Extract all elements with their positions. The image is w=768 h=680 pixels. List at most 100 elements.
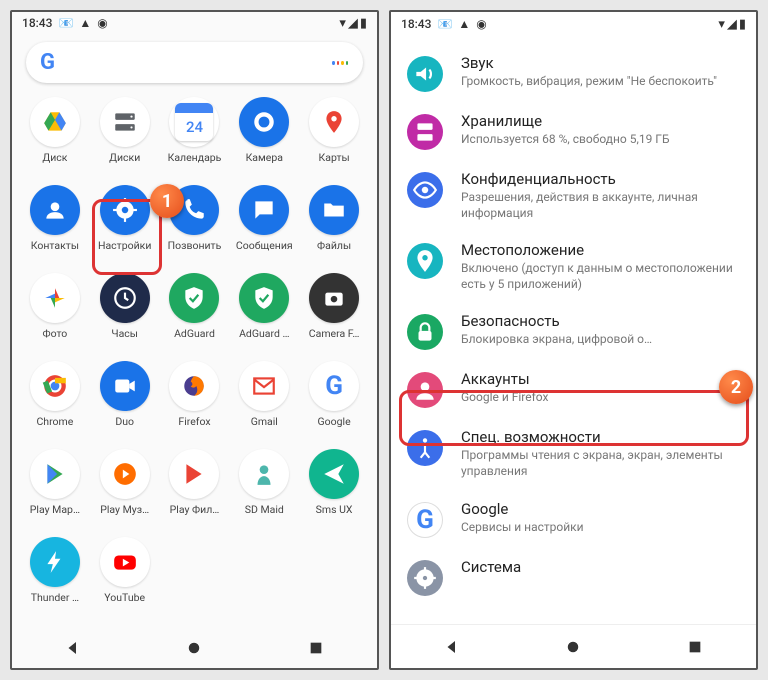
app-контакты[interactable]: Контакты: [21, 185, 89, 269]
recents-button[interactable]: [683, 635, 707, 659]
app-label: Календарь: [168, 151, 222, 164]
signal-icon: ◢: [348, 16, 358, 31]
app-adguard[interactable]: AdGuard: [160, 273, 228, 357]
setting-system[interactable]: Система: [391, 548, 756, 606]
app-duo[interactable]: Duo: [91, 361, 159, 445]
back-button[interactable]: [440, 635, 464, 659]
app-grid: Диск Диски 24 Календарь Камера Карты КонтактыН…: [12, 91, 377, 627]
app-label: Диски: [109, 151, 140, 164]
app-диски[interactable]: Диски: [91, 97, 159, 181]
privacy-icon: [407, 172, 443, 208]
signal-icon: ◢: [727, 17, 737, 32]
chrome-icon: [30, 361, 80, 411]
calendar-icon: 24: [169, 97, 219, 147]
notif-icon: 📧: [58, 16, 73, 30]
setting-title: Конфиденциальность: [461, 170, 740, 188]
battery-icon: ▮: [739, 17, 746, 32]
camera-icon: [239, 97, 289, 147]
app-файлы[interactable]: Файлы: [300, 185, 368, 269]
battery-icon: ▮: [360, 16, 367, 31]
app-chrome[interactable]: Chrome: [21, 361, 89, 445]
app-label: Firefox: [178, 415, 210, 428]
app-карты[interactable]: Карты: [300, 97, 368, 181]
duo-icon: [100, 361, 150, 411]
settings-list[interactable]: Звук Громкость, вибрация, режим "Не беспо…: [391, 36, 756, 624]
setting-title: Google: [461, 500, 740, 518]
clock-text: 18:43: [401, 17, 431, 31]
notif-icon: ◉: [476, 17, 486, 31]
setting-location[interactable]: МестоположениеВключено (доступ к данным …: [391, 231, 756, 302]
drive-icon: [30, 97, 80, 147]
sound-icon: [407, 56, 443, 92]
app-календарь[interactable]: 24 Календарь: [160, 97, 228, 181]
gmail-icon: [239, 361, 289, 411]
photos-icon: [30, 273, 80, 323]
setting-google[interactable]: G Google Сервисы и настройки: [391, 490, 756, 548]
setting-accounts[interactable]: АккаунтыGoogle и Firefox: [391, 360, 756, 418]
home-button[interactable]: [561, 635, 585, 659]
callout-badge-1: 1: [150, 184, 184, 218]
app-настройки[interactable]: Настройки: [91, 185, 159, 269]
setting-privacy[interactable]: Конфиденциальность Разрешения, действия в…: [391, 160, 756, 231]
home-button[interactable]: [182, 636, 206, 660]
app-adguard …[interactable]: AdGuard …: [230, 273, 298, 357]
app-firefox[interactable]: Firefox: [160, 361, 228, 445]
app-label: Позвонить: [168, 239, 222, 252]
app-label: Камера: [246, 151, 283, 164]
setting-subtitle: Разрешения, действия в аккаунте, личная …: [461, 190, 740, 221]
shield-icon: [169, 273, 219, 323]
folder-icon: [309, 185, 359, 235]
google-icon: G: [309, 361, 359, 411]
app-sms ux[interactable]: Sms UX: [300, 449, 368, 533]
storage-icon: [407, 114, 443, 150]
app-фото[interactable]: Фото: [21, 273, 89, 357]
app-диск[interactable]: Диск: [21, 97, 89, 181]
a11y-icon: [407, 430, 443, 466]
app-gmail[interactable]: Gmail: [230, 361, 298, 445]
youtube-icon: [100, 537, 150, 587]
app-google[interactable]: GGoogle: [300, 361, 368, 445]
setting-sound[interactable]: Звук Громкость, вибрация, режим "Не беспо…: [391, 44, 756, 102]
setting-security[interactable]: БезопасностьБлокировка экрана, цифровой …: [391, 302, 756, 360]
phone-left-app-drawer: 18:43 📧 ▲ ◉ ▾ ◢ ▮ G ДискДиски24Календарь…: [10, 10, 379, 670]
app-label: AdGuard …: [239, 327, 289, 340]
notif-icon: ▲: [79, 16, 91, 30]
app-play фил…[interactable]: Play Фил…: [160, 449, 228, 533]
firefox-icon: [169, 361, 219, 411]
app-label: Duo: [115, 415, 134, 428]
app-thunder …[interactable]: Thunder …: [21, 537, 89, 621]
search-bar[interactable]: G: [26, 42, 363, 83]
setting-a11y[interactable]: Спец. возможностиПрограммы чтения с экра…: [391, 418, 756, 489]
recents-button[interactable]: [304, 636, 328, 660]
clock-text: 18:43: [22, 16, 52, 30]
google-icon: G: [407, 502, 443, 538]
app-label: Thunder …: [31, 591, 79, 604]
playmusic-icon: [100, 449, 150, 499]
app-sd maid[interactable]: SD Maid: [230, 449, 298, 533]
location-icon: [407, 243, 443, 279]
app-часы[interactable]: Часы: [91, 273, 159, 357]
app-play мар…[interactable]: Play Мар…: [21, 449, 89, 533]
app-label: Gmail: [251, 415, 278, 428]
setting-subtitle: Громкость, вибрация, режим "Не беспокоит…: [461, 74, 740, 90]
app-play муз…[interactable]: Play Муз…: [91, 449, 159, 533]
app-label: Карты: [319, 151, 350, 164]
setting-subtitle: Сервисы и настройки: [461, 520, 740, 536]
contact-icon: [30, 185, 80, 235]
app-камера[interactable]: Камера: [230, 97, 298, 181]
app-label: Sms UX: [316, 503, 353, 516]
back-button[interactable]: [61, 636, 85, 660]
app-camera f…[interactable]: Camera F…: [300, 273, 368, 357]
setting-subtitle: Блокировка экрана, цифровой о…: [461, 332, 740, 348]
app-youtube[interactable]: YouTube: [91, 537, 159, 621]
app-label: Chrome: [36, 415, 73, 428]
status-bar: 18:43 📧 ▲ ◉ ▾ ◢ ▮: [391, 12, 756, 36]
setting-title: Звук: [461, 54, 740, 72]
google-logo-icon: G: [40, 50, 55, 75]
app-label: Сообщения: [236, 239, 293, 252]
app-label: Часы: [111, 327, 138, 340]
assistant-icon[interactable]: [331, 54, 349, 72]
app-сообщения[interactable]: Сообщения: [230, 185, 298, 269]
setting-storage[interactable]: ХранилищеИспользуется 68 %, свободно 5,1…: [391, 102, 756, 160]
setting-subtitle: Google и Firefox: [461, 390, 740, 406]
